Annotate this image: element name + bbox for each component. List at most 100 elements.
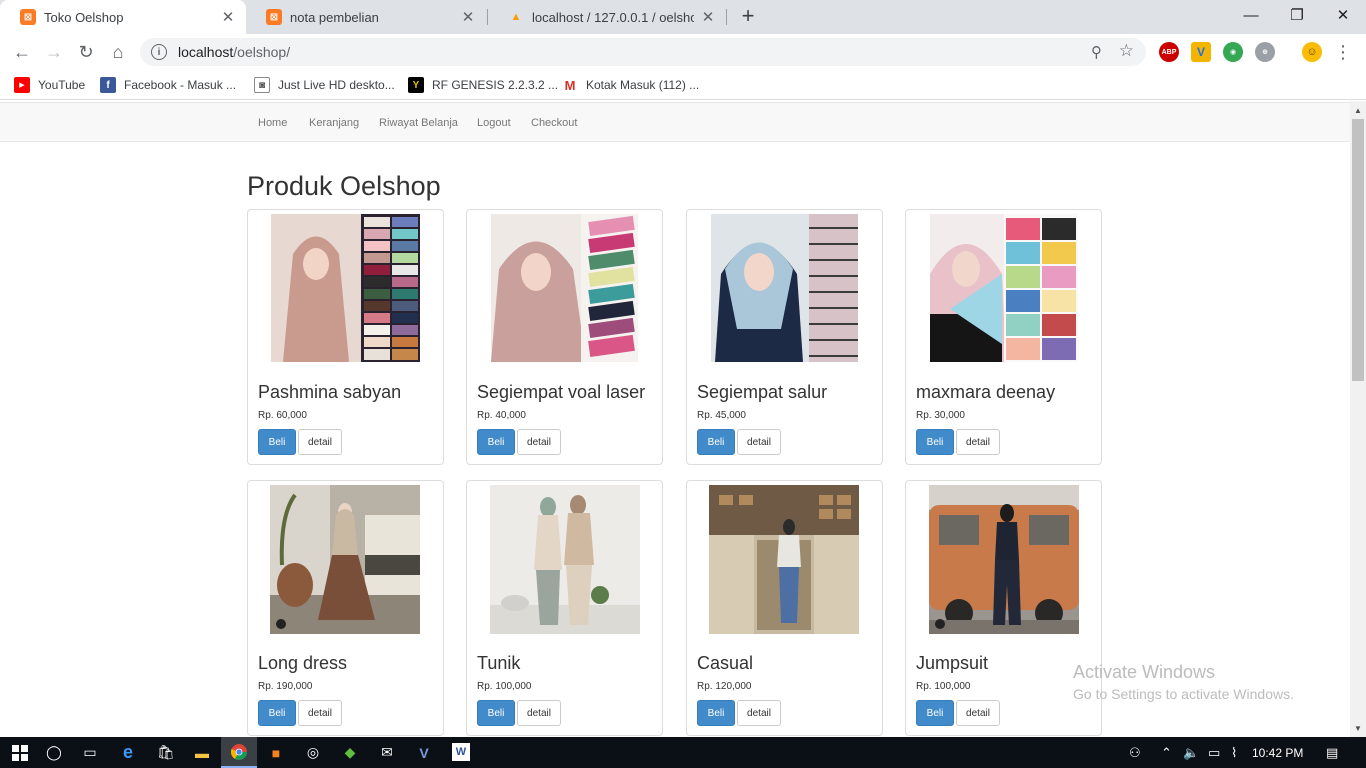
scroll-thumb[interactable] (1352, 119, 1364, 381)
task-view-icon[interactable]: ▭ (72, 737, 108, 768)
product-name: Pashmina sabyan (258, 382, 402, 402)
adblock-plus-icon[interactable]: ABP (1159, 42, 1179, 62)
bookmark-star-icon[interactable]: ☆ (1119, 41, 1134, 61)
clock[interactable]: 10:42 PM (1252, 746, 1303, 760)
edge-icon[interactable]: e (110, 737, 146, 768)
product-image[interactable] (490, 485, 640, 634)
scroll-up-arrow-icon[interactable]: ▲ (1350, 103, 1366, 117)
globe-grey-icon[interactable]: ⊕ (1255, 42, 1275, 62)
product-image[interactable] (491, 214, 638, 362)
detail-button[interactable]: detail (517, 700, 561, 726)
detail-button[interactable]: detail (298, 429, 342, 455)
close-icon[interactable]: ✕ (700, 8, 716, 26)
bookmarks-bar: ▶ YouTube f Facebook - Masuk ... ◙ Just … (0, 70, 1366, 100)
volume-icon[interactable]: 🔈 (1183, 745, 1199, 761)
detail-button[interactable]: detail (956, 429, 1000, 455)
people-icon[interactable]: ⚇ (1129, 745, 1141, 761)
beli-button[interactable]: Beli (258, 429, 296, 455)
tab-phpmyadmin[interactable]: ▲ localhost / 127.0.0.1 / oelshop / p ✕ (488, 0, 726, 34)
product-name: Segiempat voal laser (477, 382, 646, 402)
product-name: Tunik (477, 653, 521, 673)
page-scrollbar[interactable]: ▲ ▼ (1350, 101, 1366, 737)
beli-button[interactable]: Beli (916, 429, 954, 455)
activate-windows-watermark: Activate Windows Go to Settings to activ… (1073, 662, 1294, 702)
visio-icon[interactable]: V (406, 737, 442, 768)
word-icon[interactable]: W (452, 743, 470, 761)
reload-button[interactable]: ↻ (74, 40, 98, 64)
bookmark-facebook[interactable]: f Facebook - Masuk ... (100, 76, 236, 94)
product-image[interactable] (929, 485, 1079, 634)
product-price: Rp. 120,000 (697, 681, 752, 692)
product-name: Casual (697, 653, 754, 673)
nav-logout[interactable]: Logout (477, 117, 511, 129)
minimize-button[interactable]: — (1228, 0, 1274, 30)
beli-button[interactable]: Beli (697, 700, 735, 726)
tab-nota-pembelian[interactable]: ⊠ nota pembelian ✕ (246, 0, 486, 34)
tray-chevron-icon[interactable]: ⌃ (1161, 745, 1172, 761)
mail-icon[interactable]: ✉ (369, 737, 405, 768)
product-price: Rp. 100,000 (477, 681, 532, 692)
scroll-down-arrow-icon[interactable]: ▼ (1350, 721, 1366, 735)
product-image[interactable] (271, 214, 420, 362)
close-icon[interactable]: ✕ (460, 8, 476, 26)
globe-extension-icon[interactable]: ◉ (1223, 42, 1243, 62)
vidiq-icon[interactable]: V (1191, 42, 1211, 62)
beli-button[interactable]: Beli (916, 700, 954, 726)
beli-button[interactable]: Beli (258, 700, 296, 726)
beli-button[interactable]: Beli (477, 700, 515, 726)
tab-toko-oelshop[interactable]: ⊠ Toko Oelshop ✕ (0, 0, 246, 34)
info-icon[interactable]: i (151, 44, 167, 60)
back-button[interactable]: ← (10, 40, 34, 64)
xampp-icon: ⊠ (266, 9, 282, 25)
game-icon[interactable]: ◆ (332, 737, 368, 768)
new-tab-button[interactable]: + (737, 5, 759, 27)
nav-keranjang[interactable]: Keranjang (309, 117, 359, 129)
address-bar[interactable]: i localhost/oelshop/ ⚲ ☆ (140, 38, 1146, 66)
detail-button[interactable]: detail (737, 700, 781, 726)
detail-button[interactable]: detail (298, 700, 342, 726)
bookmark-label: Just Live HD deskto... (278, 78, 395, 92)
product-image[interactable] (709, 485, 859, 634)
zoom-icon[interactable]: ⚲ (1091, 43, 1102, 61)
home-button[interactable]: ⌂ (106, 40, 130, 64)
product-image[interactable] (930, 214, 1078, 362)
nav-riwayat-belanja[interactable]: Riwayat Belanja (379, 117, 458, 129)
file-explorer-icon[interactable]: ▬ (184, 737, 220, 768)
bookmark-youtube[interactable]: ▶ YouTube (14, 76, 85, 94)
product-image[interactable] (270, 485, 420, 634)
chrome-icon[interactable] (221, 737, 257, 768)
close-icon[interactable]: ✕ (220, 8, 236, 26)
detail-button[interactable]: detail (956, 700, 1000, 726)
nav-checkout[interactable]: Checkout (531, 117, 577, 129)
notifications-icon[interactable]: ▤ (1326, 745, 1338, 761)
phpmyadmin-icon: ▲ (510, 11, 522, 23)
detail-button[interactable]: detail (737, 429, 781, 455)
site-navbar: Home Keranjang Riwayat Belanja Logout Ch… (0, 102, 1350, 142)
beli-button[interactable]: Beli (697, 429, 735, 455)
bookmark-gmail[interactable]: M Kotak Masuk (112) ... (562, 76, 699, 94)
product-image[interactable] (711, 214, 858, 362)
sublime-text-icon[interactable]: ■ (258, 737, 294, 768)
battery-icon[interactable]: ▭ (1208, 745, 1220, 761)
tab-separator (726, 9, 727, 25)
obs-icon[interactable]: ◎ (295, 737, 331, 768)
product-name: Long dress (258, 653, 348, 673)
page-title: Produk Oelshop (247, 171, 441, 201)
beli-button[interactable]: Beli (477, 429, 515, 455)
restore-button[interactable]: ❐ (1274, 0, 1320, 30)
product-name: Segiempat salur (697, 382, 828, 402)
detail-button[interactable]: detail (517, 429, 561, 455)
forward-button[interactable]: → (42, 40, 66, 64)
store-icon[interactable]: 🛍 (148, 737, 184, 768)
close-window-button[interactable]: ✕ (1320, 0, 1366, 30)
xampp-icon: ⊠ (20, 9, 36, 25)
windows-start-icon[interactable] (0, 737, 40, 768)
menu-icon[interactable]: ⋮ (1331, 40, 1355, 64)
wifi-icon[interactable]: ⌇ (1231, 745, 1237, 761)
bookmark-just-live[interactable]: ◙ Just Live HD deskto... (254, 76, 395, 94)
profile-avatar-icon[interactable]: ☺ (1302, 42, 1322, 62)
search-icon[interactable]: ◯ (36, 737, 72, 768)
product-name: maxmara deenay (916, 382, 1056, 402)
nav-home[interactable]: Home (258, 117, 287, 129)
bookmark-rf-genesis[interactable]: Y RF GENESIS 2.2.3.2 ... (408, 76, 558, 94)
